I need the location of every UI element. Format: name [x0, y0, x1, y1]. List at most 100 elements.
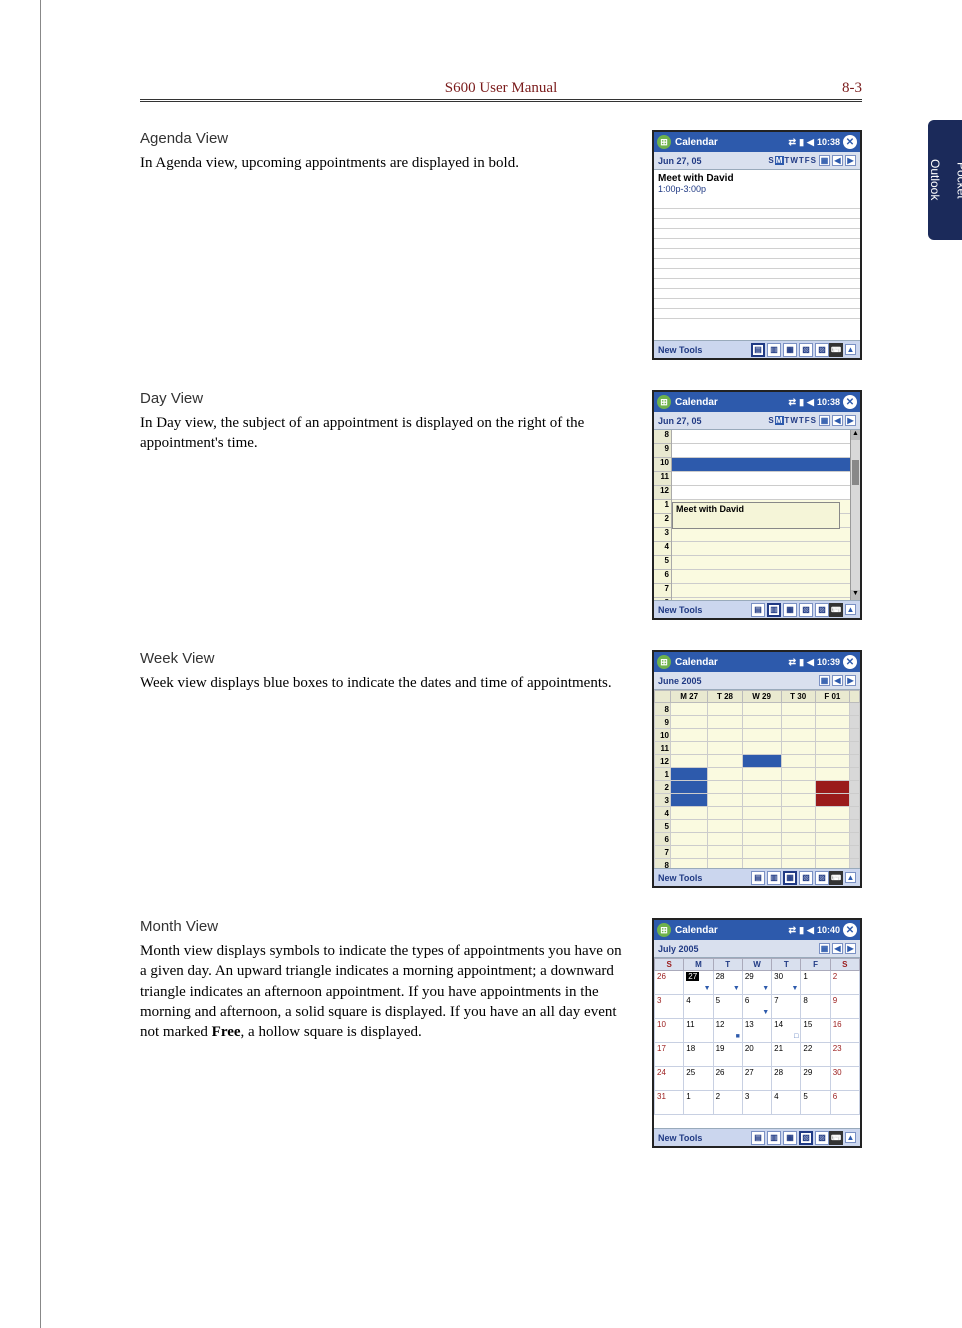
week-cell[interactable]	[708, 846, 742, 859]
day-date[interactable]: Jun 27, 05	[658, 416, 768, 426]
month-day-cell[interactable]: 3	[655, 995, 684, 1019]
month-day-cell[interactable]: 25	[684, 1067, 713, 1091]
week-cell[interactable]	[781, 820, 815, 833]
week-cell[interactable]	[742, 846, 781, 859]
close-icon[interactable]: ✕	[843, 395, 857, 409]
start-flag-icon[interactable]: ⊞	[657, 395, 671, 409]
scrollbar[interactable]	[850, 859, 860, 869]
month-day-cell[interactable]: 20	[742, 1043, 771, 1067]
scrollbar[interactable]	[850, 781, 860, 794]
week-cell[interactable]	[671, 755, 708, 768]
week-cell[interactable]	[671, 820, 708, 833]
month-day-cell[interactable]: 6	[830, 1091, 859, 1115]
menu-tools[interactable]: Tools	[679, 1133, 702, 1143]
week-cell[interactable]	[781, 794, 815, 807]
week-appointment-block[interactable]	[671, 781, 707, 793]
sip-up-icon[interactable]: ▲	[845, 604, 856, 615]
month-day-cell[interactable]: 31	[655, 1091, 684, 1115]
week-cell[interactable]	[708, 755, 742, 768]
week-cell[interactable]	[742, 768, 781, 781]
month-day-cell[interactable]: 8	[801, 995, 830, 1019]
week-appointment-block[interactable]	[671, 794, 707, 806]
week-cell[interactable]	[708, 781, 742, 794]
week-cell[interactable]	[708, 833, 742, 846]
week-cell[interactable]	[671, 742, 708, 755]
month-day-cell[interactable]: 2	[830, 971, 859, 995]
month-day-cell[interactable]: 27▼	[684, 971, 713, 995]
month-label[interactable]: July 2005	[658, 944, 817, 954]
scroll-thumb[interactable]	[852, 460, 859, 485]
today-icon[interactable]: ▦	[819, 943, 830, 954]
month-day-cell[interactable]: 18	[684, 1043, 713, 1067]
week-view-icon[interactable]: ▦	[783, 343, 797, 357]
week-cell[interactable]	[742, 859, 781, 869]
week-cell[interactable]	[815, 768, 849, 781]
week-cell[interactable]	[781, 742, 815, 755]
week-cell[interactable]	[708, 807, 742, 820]
week-cell[interactable]	[815, 807, 849, 820]
keyboard-icon[interactable]: ⌨	[829, 1131, 843, 1145]
next-arrow-icon[interactable]: ▶	[845, 155, 856, 166]
month-day-cell[interactable]: 11	[684, 1019, 713, 1043]
day-view-icon[interactable]: ▥	[767, 603, 781, 617]
keyboard-icon[interactable]: ⌨	[829, 871, 843, 885]
month-day-cell[interactable]: 10	[655, 1019, 684, 1043]
day-picker[interactable]: SMTWTFS	[768, 156, 817, 165]
month-day-cell[interactable]: 3	[742, 1091, 771, 1115]
month-day-cell[interactable]: 28	[772, 1067, 801, 1091]
scrollbar[interactable]	[850, 716, 860, 729]
scrollbar[interactable]	[850, 846, 860, 859]
week-day-header[interactable]: F 01	[815, 691, 849, 703]
month-day-cell[interactable]: 5	[713, 995, 742, 1019]
week-cell[interactable]	[708, 859, 742, 869]
week-cell[interactable]	[781, 859, 815, 869]
scrollbar[interactable]	[850, 820, 860, 833]
agenda-view-icon[interactable]: ▤	[751, 1131, 765, 1145]
month-day-cell[interactable]: 22	[801, 1043, 830, 1067]
week-cell[interactable]	[708, 820, 742, 833]
scrollbar[interactable]	[850, 833, 860, 846]
month-day-cell[interactable]: 7	[772, 995, 801, 1019]
week-cell[interactable]	[708, 794, 742, 807]
month-view-icon[interactable]: ▧	[799, 871, 813, 885]
week-cell[interactable]	[708, 729, 742, 742]
week-cell[interactable]	[781, 846, 815, 859]
month-day-cell[interactable]: 13	[742, 1019, 771, 1043]
month-day-cell[interactable]: 5	[801, 1091, 830, 1115]
sip-up-icon[interactable]: ▲	[845, 1132, 856, 1143]
scroll-down-icon[interactable]: ▼	[851, 590, 860, 600]
month-day-cell[interactable]: 26	[655, 971, 684, 995]
month-day-cell[interactable]: 21	[772, 1043, 801, 1067]
month-day-cell[interactable]: 12■	[713, 1019, 742, 1043]
week-cell[interactable]	[815, 742, 849, 755]
month-day-cell[interactable]: 16	[830, 1019, 859, 1043]
week-cell[interactable]	[671, 768, 708, 781]
week-cell[interactable]	[708, 716, 742, 729]
month-day-cell[interactable]: 27	[742, 1067, 771, 1091]
week-appointment-block[interactable]	[743, 755, 781, 767]
week-appointment-block[interactable]	[816, 781, 849, 793]
prev-arrow-icon[interactable]: ◀	[832, 943, 843, 954]
agenda-view-icon[interactable]: ▤	[751, 343, 765, 357]
week-cell[interactable]	[708, 768, 742, 781]
start-flag-icon[interactable]: ⊞	[657, 135, 671, 149]
close-icon[interactable]: ✕	[843, 655, 857, 669]
week-cell[interactable]	[708, 703, 742, 716]
week-cell[interactable]	[671, 781, 708, 794]
agenda-date[interactable]: Jun 27, 05	[658, 156, 768, 166]
month-day-cell[interactable]: 23	[830, 1043, 859, 1067]
start-flag-icon[interactable]: ⊞	[657, 655, 671, 669]
week-cell[interactable]	[815, 833, 849, 846]
week-cell[interactable]	[742, 742, 781, 755]
week-cell[interactable]	[815, 781, 849, 794]
month-view-icon[interactable]: ▧	[799, 343, 813, 357]
year-view-icon[interactable]: ▨	[815, 603, 829, 617]
sip-up-icon[interactable]: ▲	[845, 344, 856, 355]
today-icon[interactable]: ▦	[819, 155, 830, 166]
month-day-cell[interactable]: 2	[713, 1091, 742, 1115]
week-cell[interactable]	[671, 794, 708, 807]
month-day-cell[interactable]: 29▼	[742, 971, 771, 995]
week-cell[interactable]	[671, 703, 708, 716]
week-cell[interactable]	[815, 820, 849, 833]
week-cell[interactable]	[671, 846, 708, 859]
